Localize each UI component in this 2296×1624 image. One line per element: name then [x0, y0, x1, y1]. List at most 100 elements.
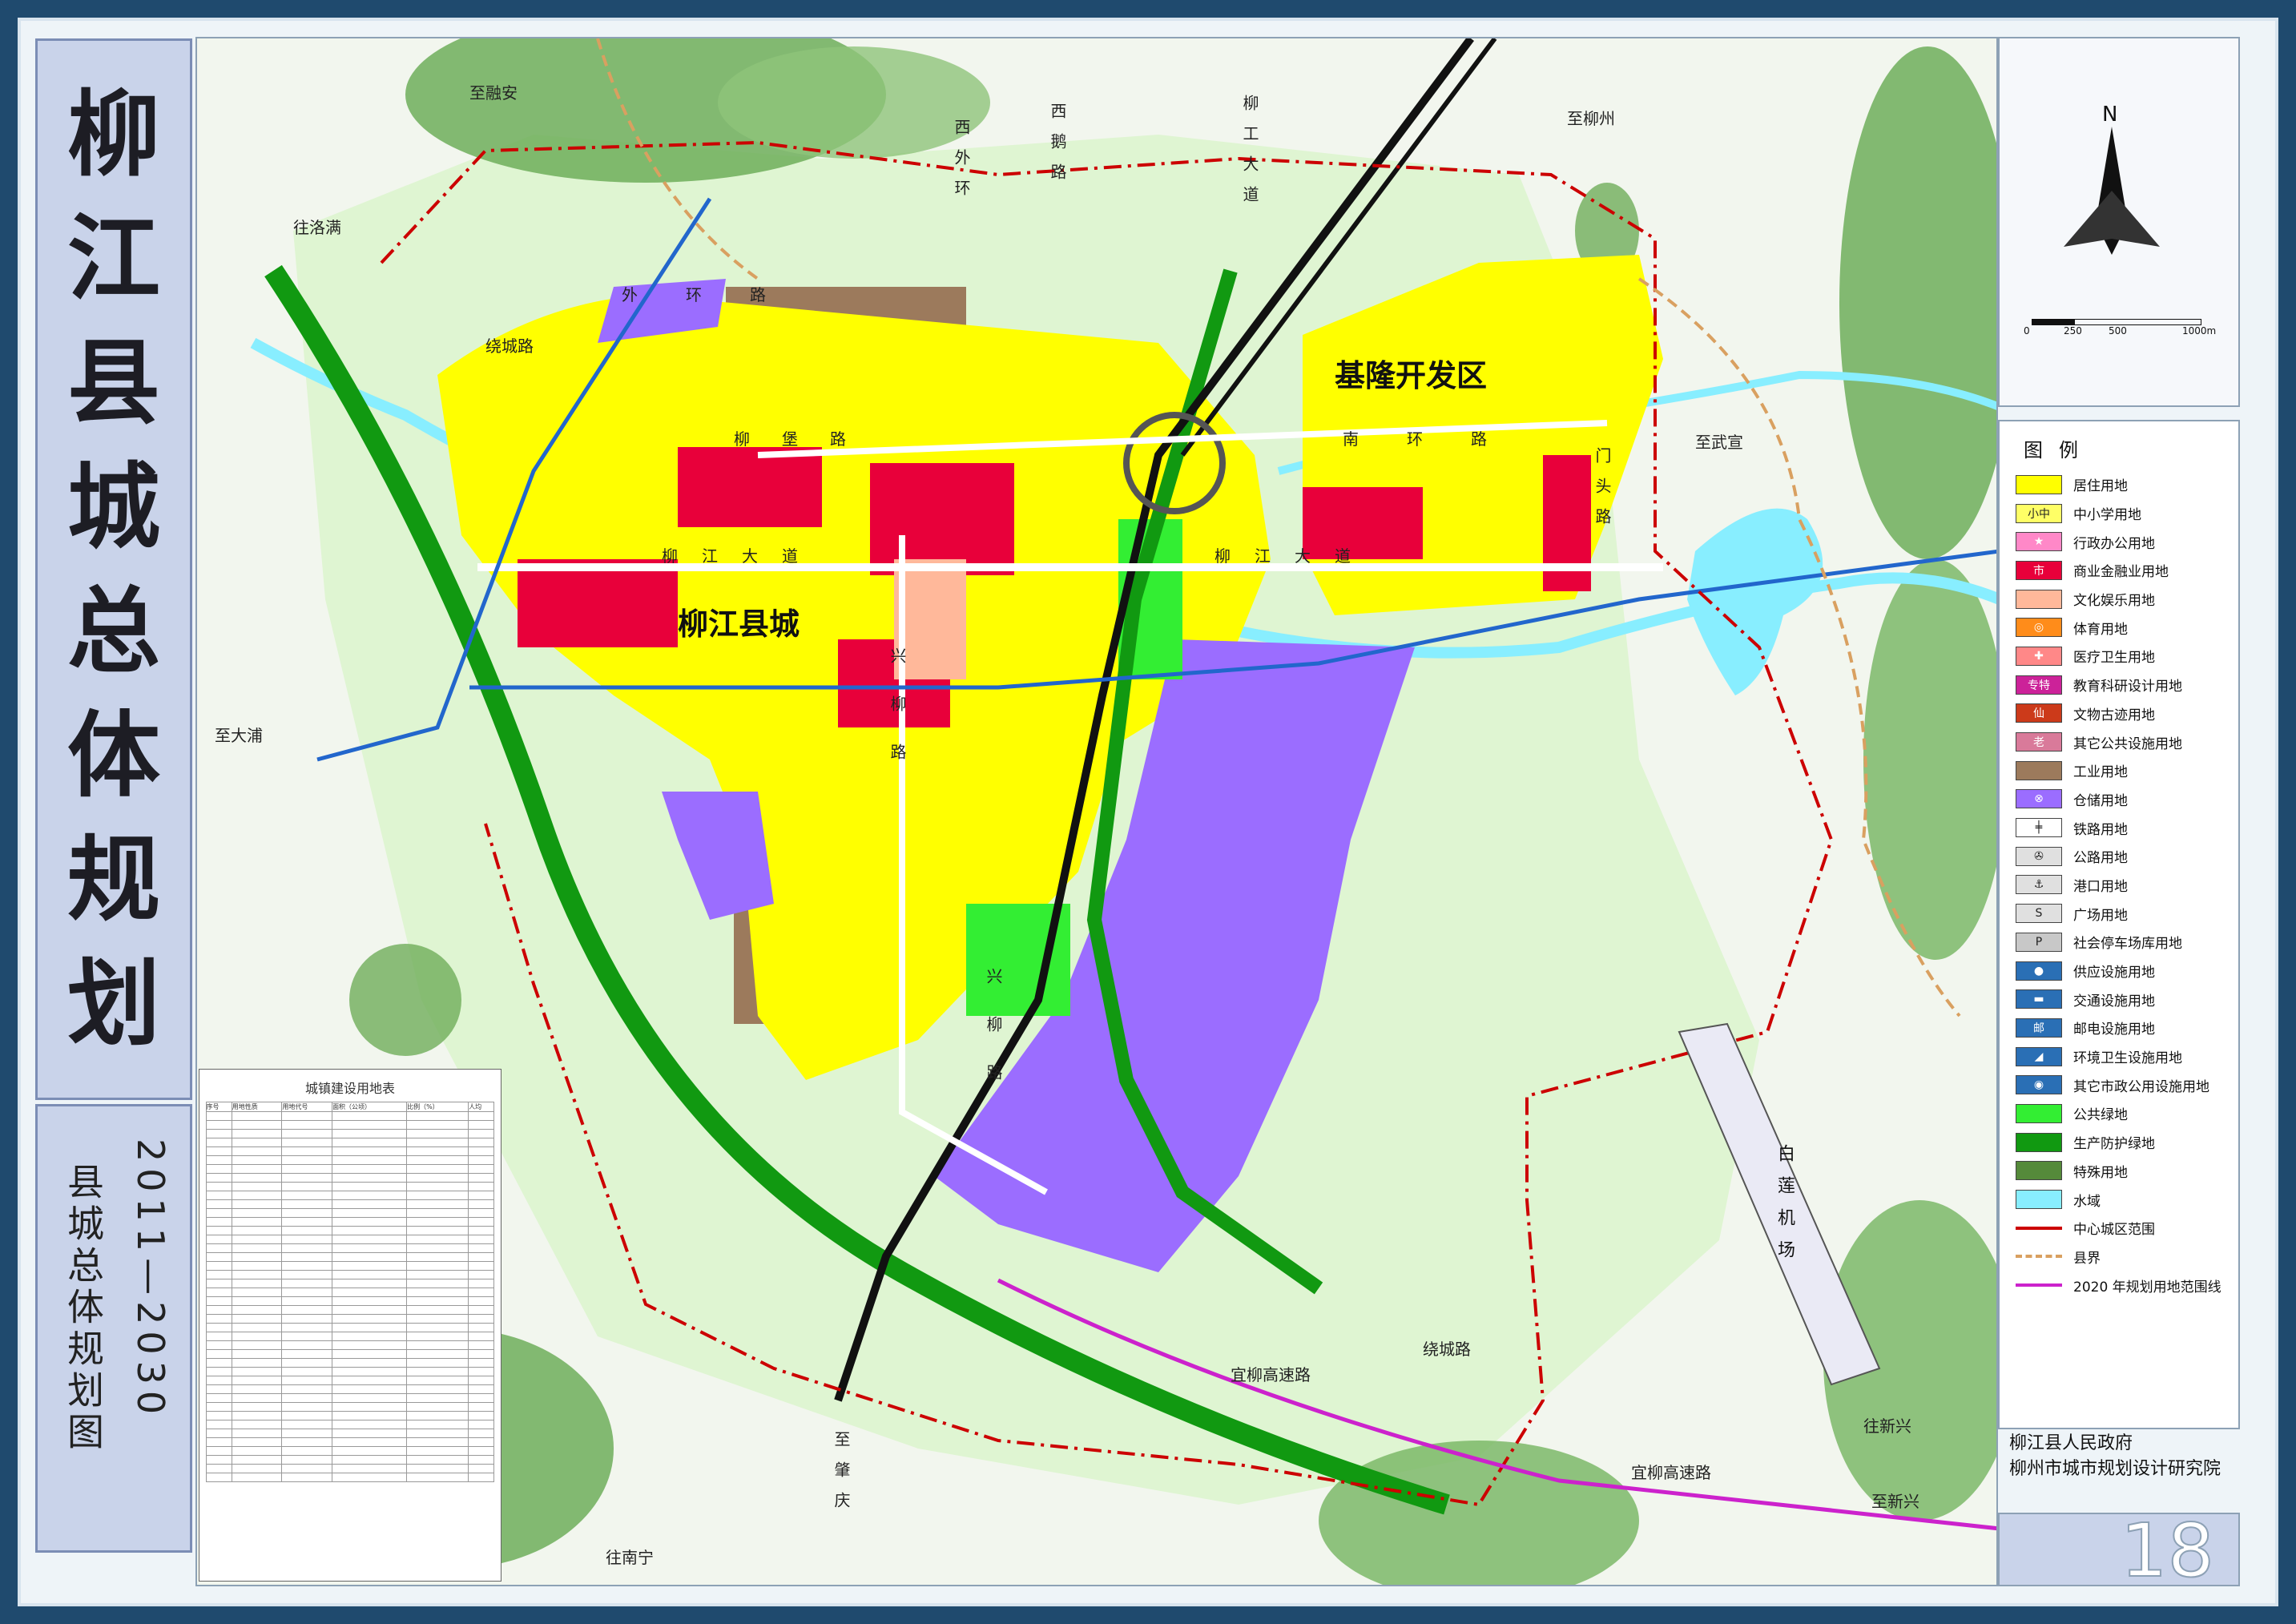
table-cell [332, 1464, 408, 1473]
table-cell [231, 1446, 283, 1456]
table-cell [231, 1332, 283, 1341]
table-cell [281, 1164, 333, 1174]
table-cell [406, 1455, 469, 1465]
legend-item: 特殊用地 [2016, 1157, 2238, 1186]
subtitle-box: 2011—2030 县城总体规划图 [35, 1104, 192, 1553]
table-row [205, 1455, 495, 1465]
table-row [205, 1146, 495, 1156]
plan-name: 县城总体规划图 [62, 1163, 105, 1454]
table-cell [468, 1340, 495, 1350]
table-cell [468, 1243, 495, 1253]
legend-label: 铁路用地 [2073, 821, 2128, 838]
table-cell [231, 1270, 283, 1279]
table-row [205, 1393, 495, 1403]
table-cell [205, 1367, 232, 1376]
table-cell [205, 1226, 232, 1235]
table-header: 人均 [468, 1102, 495, 1112]
road-label: 柳江大道 [1214, 546, 1375, 566]
title-char: 江 [67, 204, 160, 314]
north-panel: N 0 250 500 1000m [1998, 37, 2240, 407]
legend-swatch: P [2016, 932, 2062, 952]
table-header: 序号 [205, 1102, 232, 1112]
table-cell [468, 1270, 495, 1279]
table-cell [332, 1305, 408, 1315]
table-cell [468, 1384, 495, 1394]
table-cell [231, 1164, 283, 1174]
land-use-table: 城镇建设用地表 序号 用地性质 用地代号 面积（公顷） 比例（%） 人均 [199, 1069, 501, 1582]
table-cell [205, 1173, 232, 1183]
legend-item: 专特 教育科研设计用地 [2016, 671, 2238, 699]
destination-label: 往新兴 [1863, 1416, 1911, 1436]
table-cell [468, 1226, 495, 1235]
road-label: 宜柳高速路 [1631, 1463, 1711, 1482]
table-cell [231, 1226, 283, 1235]
table-cell [406, 1358, 469, 1368]
land-table-title: 城镇建设用地表 [304, 1081, 395, 1096]
table-cell [281, 1296, 333, 1306]
table-cell [281, 1437, 333, 1447]
scale-tick: 500 [2109, 325, 2127, 336]
table-cell [231, 1235, 283, 1244]
table-cell [281, 1120, 333, 1130]
table-cell [281, 1155, 333, 1165]
legend-swatch [2016, 1219, 2062, 1238]
table-cell [332, 1455, 408, 1465]
table-cell [468, 1429, 495, 1438]
table-cell [332, 1393, 408, 1403]
table-cell [231, 1393, 283, 1403]
right-column: N 0 250 500 1000m 图例 居住用地 小中 中小学用地 ★ 行政办公用地市… [1998, 37, 2240, 1589]
legend-label: 生产防护绿地 [2073, 1136, 2155, 1153]
hill [718, 46, 990, 159]
table-cell [231, 1340, 283, 1350]
table-row [205, 1367, 495, 1376]
table-cell [406, 1243, 469, 1253]
table-cell [281, 1473, 333, 1482]
road-label: 柳工大道 [1240, 95, 1259, 216]
table-cell [205, 1164, 232, 1174]
table-cell [205, 1270, 232, 1279]
table-cell [205, 1208, 232, 1218]
table-cell [205, 1332, 232, 1341]
scale-tick: 1000m [2182, 325, 2217, 336]
legend-label: 行政办公用地 [2073, 535, 2155, 552]
table-cell [281, 1464, 333, 1473]
table-cell [205, 1323, 232, 1332]
table-cell [231, 1402, 283, 1412]
title-char: 柳 [67, 80, 160, 190]
table-cell [332, 1261, 408, 1271]
legend-item: ✚ 医疗卫生用地 [2016, 642, 2238, 671]
table-row [205, 1376, 495, 1385]
legend-item: 水域 [2016, 1185, 2238, 1214]
legend-item: 工业用地 [2016, 756, 2238, 785]
main-title: 柳 江 县 城 总 体 规 划 [35, 38, 192, 1100]
destination-label: 至武宣 [1695, 433, 1743, 452]
table-cell [205, 1429, 232, 1438]
table-row [205, 1464, 495, 1473]
table-cell [332, 1138, 408, 1147]
table-cell [205, 1437, 232, 1447]
legend-label: 社会停车场库用地 [2073, 936, 2182, 953]
legend-item: ◢ 环境卫生设施用地 [2016, 1042, 2238, 1071]
table-cell [468, 1393, 495, 1403]
road-label: 绕城路 [1423, 1340, 1471, 1359]
table-cell [468, 1376, 495, 1385]
table-cell [231, 1199, 283, 1209]
legend-item: S 广场用地 [2016, 899, 2238, 928]
legend-item: P 社会停车场库用地 [2016, 928, 2238, 957]
legend-label: 文物古迹用地 [2073, 707, 2155, 723]
legend-label: 交通设施用地 [2073, 993, 2155, 1009]
legend-swatch: ★ [2016, 532, 2062, 552]
table-row [205, 1296, 495, 1306]
table-row [205, 1411, 495, 1420]
table-cell [406, 1217, 469, 1227]
table-cell [281, 1455, 333, 1465]
airport-label: 白莲机场 [1774, 1144, 1795, 1272]
table-cell [332, 1191, 408, 1200]
table-row [205, 1226, 495, 1235]
table-cell [468, 1261, 495, 1271]
legend-item: ★ 行政办公用地 [2016, 527, 2238, 556]
table-cell [281, 1358, 333, 1368]
table-cell [406, 1429, 469, 1438]
table-cell [231, 1208, 283, 1218]
table-cell [468, 1323, 495, 1332]
